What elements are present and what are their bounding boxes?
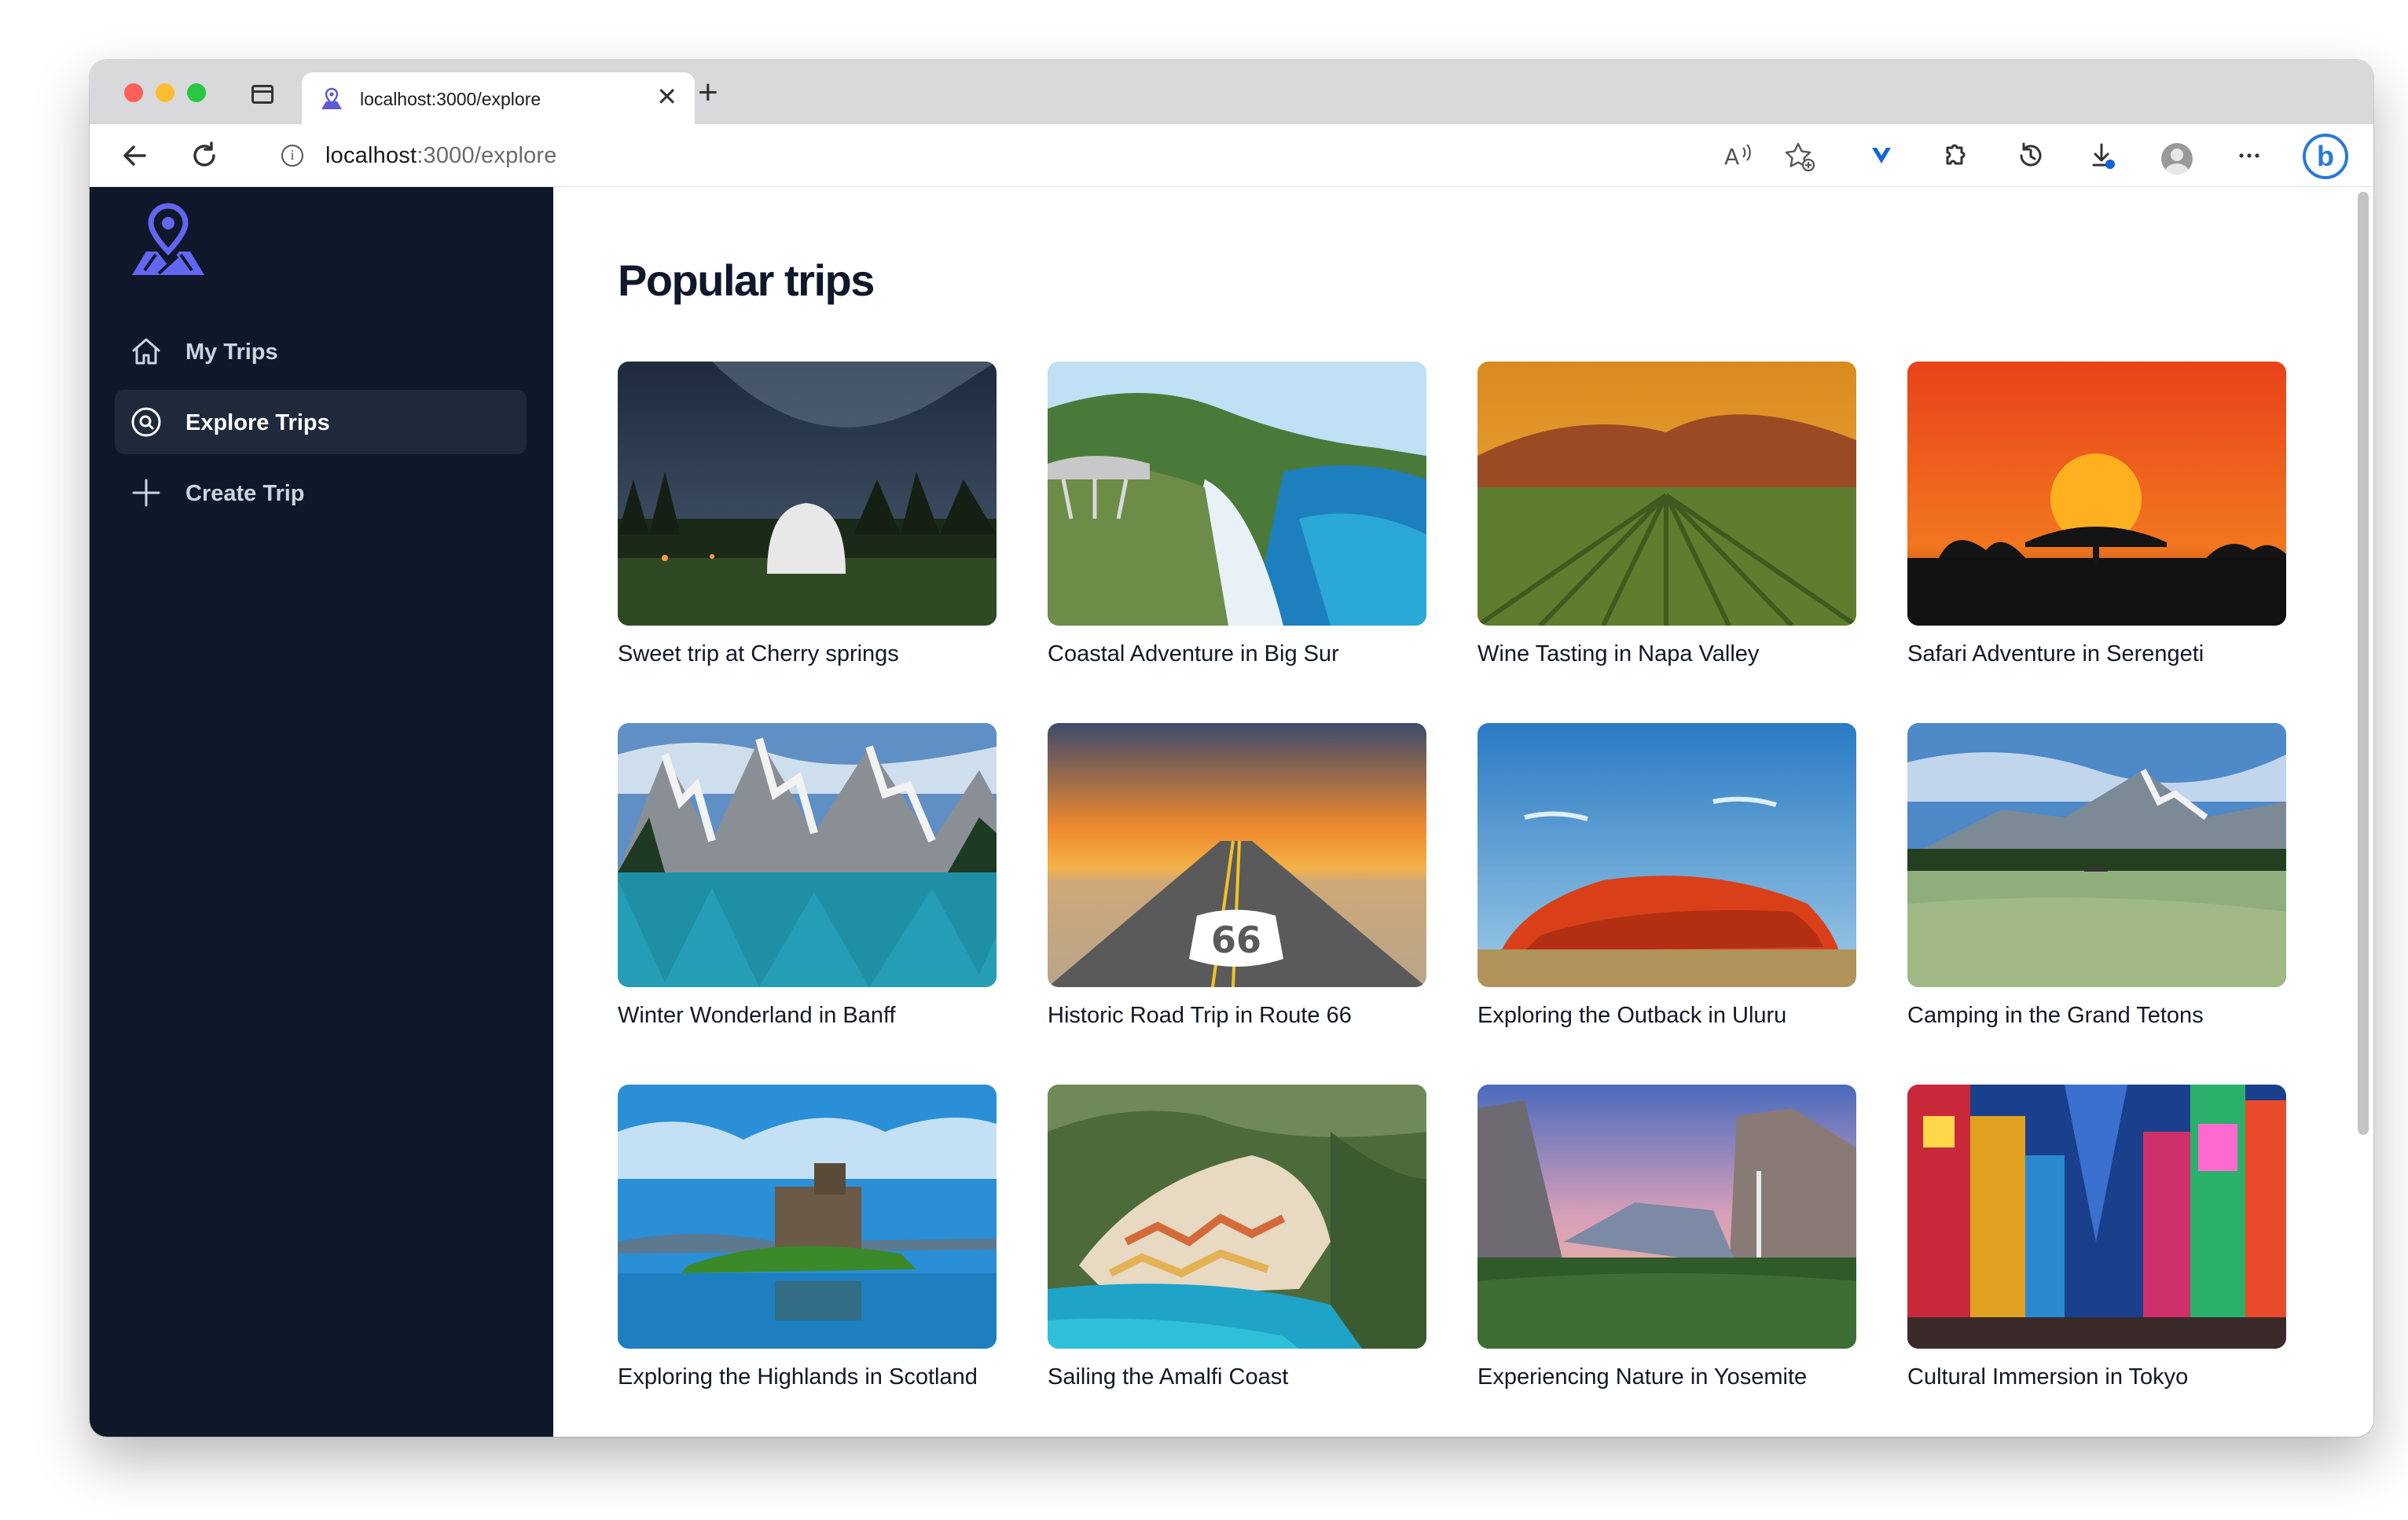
svg-text:66: 66 xyxy=(1211,919,1261,961)
trip-title: Exploring the Outback in Uluru xyxy=(1477,1003,1787,1028)
new-tab-icon[interactable]: + xyxy=(698,75,718,110)
minimize-window-button[interactable] xyxy=(156,83,174,102)
browser-window: localhost:3000/explore ✕ + i localhost:3… xyxy=(90,60,2373,1437)
tab-close-icon[interactable]: ✕ xyxy=(656,83,677,110)
sidebar-item-label: My Trips xyxy=(185,340,278,365)
main-content: Popular trips Sweet trip at Cherry sprin… xyxy=(553,187,2373,1437)
app-favicon-icon xyxy=(321,87,342,109)
tab-strip: localhost:3000/explore ✕ + xyxy=(90,60,2373,124)
more-options-icon[interactable] xyxy=(2232,138,2267,173)
trip-title: Wine Tasting in Napa Valley xyxy=(1477,641,1760,666)
trip-title: Experiencing Nature in Yosemite xyxy=(1477,1364,1808,1390)
address-url[interactable]: localhost:3000/explore xyxy=(325,143,557,169)
trip-image xyxy=(1477,1085,1856,1349)
scrollbar[interactable] xyxy=(2358,192,2369,1135)
trip-image xyxy=(1477,362,1856,626)
browser-toolbar: i localhost:3000/explore A b xyxy=(90,124,2373,187)
trip-image xyxy=(1477,723,1856,987)
trip-card[interactable]: Winter Wonderland in Banff xyxy=(618,723,997,1053)
trip-title: Sweet trip at Cherry springs xyxy=(618,641,899,666)
trip-image xyxy=(1048,1085,1426,1349)
trip-card[interactable]: Wine Tasting in Napa Valley xyxy=(1477,362,1856,692)
trip-title: Cultural Immersion in Tokyo xyxy=(1907,1364,2189,1390)
sidebar-nav: My Trips Explore Trips Create Trip xyxy=(115,319,527,531)
bing-copilot-icon[interactable]: b xyxy=(2303,134,2348,179)
app-logo-icon xyxy=(132,203,204,275)
extensions-puzzle-icon[interactable] xyxy=(1936,138,1971,173)
sidebar-item-my-trips[interactable]: My Trips xyxy=(115,319,527,384)
trip-image xyxy=(1907,1085,2286,1349)
trip-card[interactable]: Exploring the Outback in Uluru xyxy=(1477,723,1856,1053)
sidebar: My Trips Explore Trips Create Trip xyxy=(90,187,553,1437)
tab-title: localhost:3000/explore xyxy=(360,89,541,109)
trip-image xyxy=(618,362,997,626)
close-window-button[interactable] xyxy=(124,83,143,102)
sidebar-item-label: Explore Trips xyxy=(185,410,330,435)
explore-icon xyxy=(131,407,161,437)
sidebar-item-create-trip[interactable]: Create Trip xyxy=(115,461,527,525)
svg-text:A: A xyxy=(1724,144,1739,170)
trip-image xyxy=(618,723,997,987)
downloads-icon[interactable] xyxy=(2086,138,2120,173)
trip-title: Camping in the Grand Tetons xyxy=(1907,1003,2204,1028)
trip-card[interactable]: Sweet trip at Cherry springs xyxy=(618,362,997,692)
trip-card[interactable]: 66 Historic Road Trip in Route 66 xyxy=(1048,723,1426,1053)
trip-image xyxy=(618,1085,997,1349)
address-bar[interactable]: i localhost:3000/explore A xyxy=(253,132,1848,179)
trip-image xyxy=(1907,723,2286,987)
browser-tab-active[interactable]: localhost:3000/explore ✕ xyxy=(302,72,695,124)
sidebar-item-label: Create Trip xyxy=(185,481,305,506)
trip-image: 66 xyxy=(1048,723,1426,987)
profile-avatar[interactable] xyxy=(2161,143,2193,174)
add-favorite-icon[interactable] xyxy=(1784,141,1817,179)
trip-title: Coastal Adventure in Big Sur xyxy=(1048,641,1339,666)
site-info-icon[interactable]: i xyxy=(281,145,303,167)
trip-card[interactable]: Sailing the Amalfi Coast xyxy=(1048,1085,1426,1415)
trip-title: Safari Adventure in Serengeti xyxy=(1907,641,2204,666)
trip-card[interactable]: Camping in the Grand Tetons xyxy=(1907,723,2286,1053)
trip-card[interactable]: Exploring the Highlands in Scotland xyxy=(618,1085,997,1415)
trip-card[interactable]: Experiencing Nature in Yosemite xyxy=(1477,1085,1856,1415)
app-root: My Trips Explore Trips Create Trip Popul… xyxy=(90,187,2373,1437)
sidebar-item-explore-trips[interactable]: Explore Trips xyxy=(115,390,527,454)
home-icon xyxy=(132,338,160,365)
maximize-window-button[interactable] xyxy=(187,83,206,102)
extension-shield-icon[interactable] xyxy=(1864,138,1899,173)
trip-title: Historic Road Trip in Route 66 xyxy=(1048,1003,1352,1028)
back-icon[interactable] xyxy=(118,138,152,173)
plus-icon xyxy=(132,479,160,507)
read-aloud-icon[interactable]: A xyxy=(1723,141,1754,176)
tab-actions-icon[interactable] xyxy=(251,85,273,104)
trip-image xyxy=(1048,362,1426,626)
trip-card[interactable]: Coastal Adventure in Big Sur xyxy=(1048,362,1426,692)
trip-card[interactable]: Safari Adventure in Serengeti xyxy=(1907,362,2286,692)
trip-image xyxy=(1907,362,2286,626)
page-title: Popular trips xyxy=(618,255,875,305)
reload-icon[interactable] xyxy=(187,138,222,173)
trip-title: Winter Wonderland in Banff xyxy=(618,1003,896,1028)
trip-title: Exploring the Highlands in Scotland xyxy=(618,1364,978,1390)
history-icon[interactable] xyxy=(2013,138,2048,173)
trip-title: Sailing the Amalfi Coast xyxy=(1048,1364,1289,1390)
trip-card[interactable]: Cultural Immersion in Tokyo xyxy=(1907,1085,2286,1415)
